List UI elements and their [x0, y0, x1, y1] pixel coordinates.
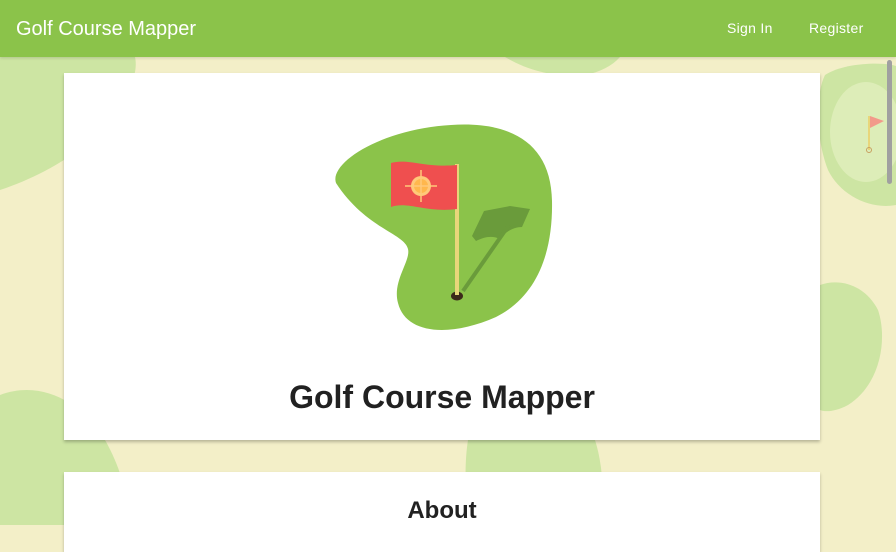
page-scrollbar[interactable] — [884, 57, 896, 525]
app-title[interactable]: Golf Course Mapper — [16, 17, 196, 41]
app-bar: Golf Course Mapper Sign In Register — [0, 0, 896, 57]
about-card: About — [64, 472, 820, 552]
about-heading: About — [407, 497, 477, 524]
hero-card: Golf Course Mapper — [64, 73, 820, 440]
sign-in-button[interactable]: Sign In — [727, 19, 773, 37]
register-button[interactable]: Register — [809, 19, 864, 37]
scrollbar-thumb[interactable] — [887, 60, 892, 184]
golf-green-flag-logo — [335, 124, 553, 330]
hero-title: Golf Course Mapper — [289, 379, 595, 415]
